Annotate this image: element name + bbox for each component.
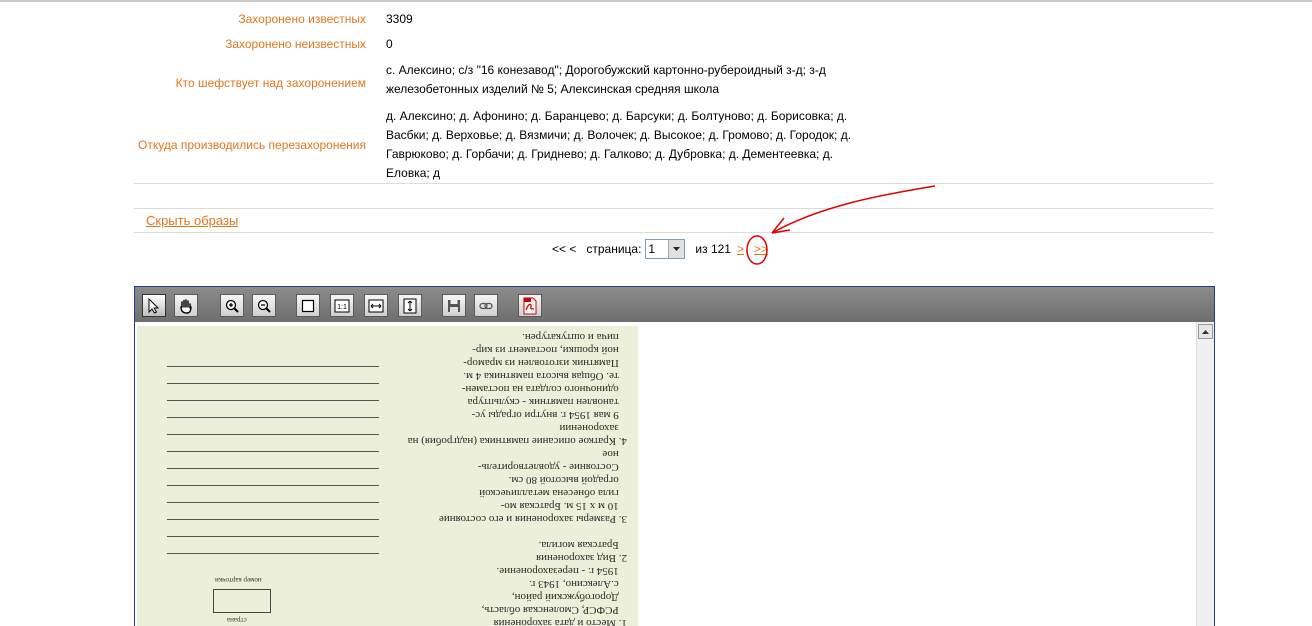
link-icon xyxy=(479,302,493,309)
first-prev-links[interactable]: << < xyxy=(552,242,576,256)
document-canvas[interactable]: 1. Место и дата захоронения РСФСР, Смоле… xyxy=(135,322,1197,626)
link-button[interactable] xyxy=(474,294,498,317)
divider xyxy=(134,232,1214,233)
fit-width-icon xyxy=(368,299,384,312)
page-square-icon xyxy=(301,299,315,312)
info-row-unknown: Захоронено неизвестных 0 xyxy=(134,31,1214,57)
floppy-disk-icon xyxy=(448,299,460,312)
svg-text:1:1: 1:1 xyxy=(337,304,347,311)
vertical-scrollbar[interactable] xyxy=(1196,322,1214,626)
info-value: с. Алексино; с/з "16 конезавод"; Дорогоб… xyxy=(386,63,826,96)
page-label: страница: xyxy=(586,242,642,256)
zoom-in-icon xyxy=(225,299,239,313)
info-label: Захоронено известных xyxy=(238,12,366,26)
card-number-box xyxy=(213,589,271,613)
info-label: Захоронено неизвестных xyxy=(225,36,366,51)
divider xyxy=(134,183,1214,184)
actual-size-button[interactable]: 1:1 xyxy=(330,294,354,317)
select-pointer-button[interactable] xyxy=(142,294,166,317)
cursor-arrow-icon xyxy=(148,297,160,314)
divider xyxy=(134,208,1214,209)
info-value: 0 xyxy=(386,37,393,51)
info-value: д. Алексино; д. Афонино; д. Баранцево; д… xyxy=(386,109,852,180)
page-select[interactable]: 1 xyxy=(645,239,686,259)
pdf-export-button[interactable] xyxy=(518,294,542,317)
info-row-known: Захоронено известных 3309 xyxy=(134,8,1214,31)
hide-images-link[interactable]: Скрыть образы xyxy=(146,213,238,228)
zoom-in-button[interactable] xyxy=(220,294,244,317)
fit-height-icon xyxy=(403,298,417,313)
pan-hand-button[interactable] xyxy=(174,294,198,317)
page-select-value: 1 xyxy=(648,242,656,256)
page-total: из 121 xyxy=(695,242,731,256)
actual-size-icon: 1:1 xyxy=(334,299,350,312)
card-number-label: номер карточки xyxy=(215,576,262,584)
info-row-patrons: Кто шефствует над захоронением с. Алекси… xyxy=(134,61,1214,105)
last-page-link[interactable]: >> xyxy=(754,242,768,256)
info-value: 3309 xyxy=(386,12,413,26)
hand-icon xyxy=(180,298,192,314)
scanned-card-image: 1. Место и дата захоронения РСФСР, Смоле… xyxy=(137,326,638,626)
info-label: Кто шефствует над захоронением xyxy=(175,75,366,90)
top-border xyxy=(0,0,1312,2)
scroll-up-arrow-icon[interactable] xyxy=(1198,324,1213,339)
burial-info-table: Захоронено известных 3309 Захоронено неи… xyxy=(134,8,1214,183)
pdf-icon xyxy=(523,297,537,314)
next-page-link[interactable]: > xyxy=(737,242,744,256)
fit-height-button[interactable] xyxy=(398,294,422,317)
zoom-out-icon xyxy=(257,299,271,313)
chevron-down-icon[interactable] xyxy=(668,240,685,258)
pager: << < страница: 1 из 121 > >> xyxy=(552,238,778,260)
zoom-out-button[interactable] xyxy=(252,294,276,317)
info-label: Откуда производились перезахоронения xyxy=(138,137,366,152)
info-row-reburials: Откуда производились перезахоронения д. … xyxy=(134,107,1214,183)
viewer-toolbar: 1:1 xyxy=(135,287,1214,322)
scanned-card-text: 1. Место и дата захоронения РСФСР, Смоле… xyxy=(407,331,627,626)
fit-width-button[interactable] xyxy=(364,294,388,317)
document-viewer: 1:1 1. Место и дата захоронения РСФСР, С… xyxy=(134,286,1215,626)
fit-page-button[interactable] xyxy=(296,294,320,317)
country-label: страна xyxy=(227,616,247,624)
save-button[interactable] xyxy=(442,294,466,317)
